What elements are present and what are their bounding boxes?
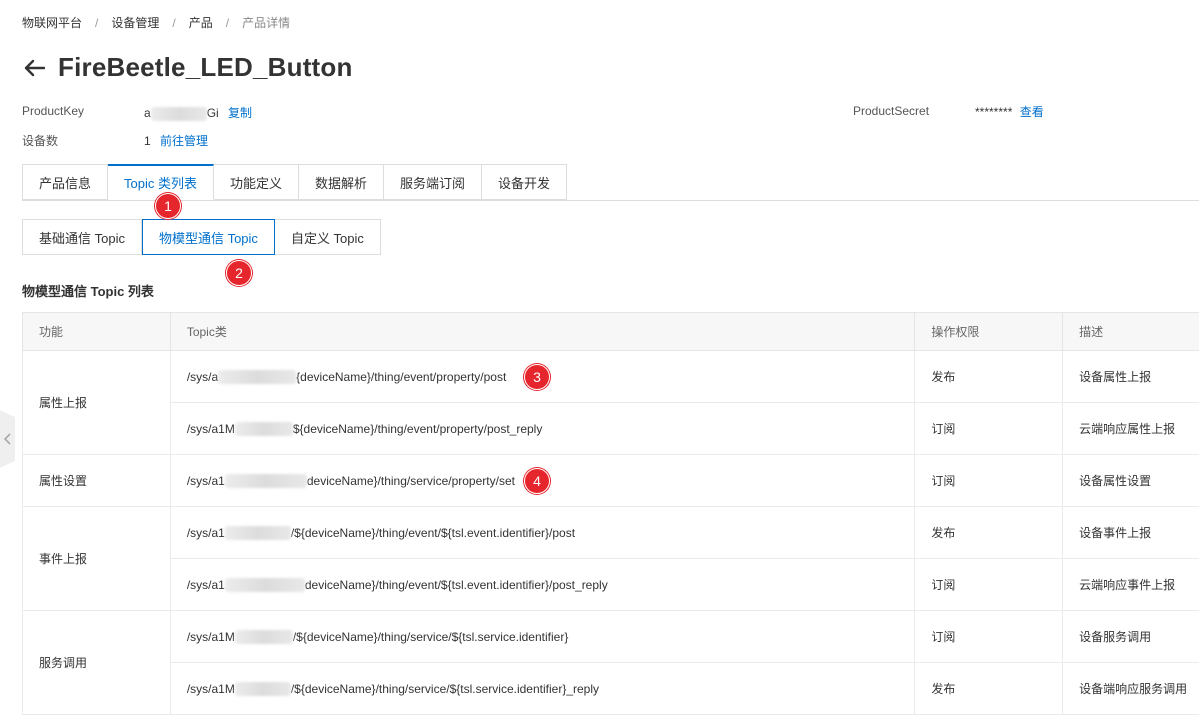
- topic-prefix: /sys/a1M: [186, 629, 235, 644]
- tab-function-definition[interactable]: 功能定义: [213, 164, 299, 200]
- topic-suffix: /${deviceName}/thing/event/${tsl.event.i…: [290, 525, 576, 540]
- annotation-badge-2: 2: [226, 260, 252, 286]
- device-count-label: 设备数: [22, 134, 59, 148]
- copy-link[interactable]: 复制: [228, 106, 252, 120]
- description-cell: 设备事件上报: [1062, 506, 1199, 559]
- topic-table: 功能 Topic类 操作权限 描述 属性上报 /sys/a {deviceName…: [22, 312, 1199, 715]
- product-secret-mask: ********: [975, 105, 1013, 119]
- description-cell: 设备属性设置: [1062, 454, 1199, 507]
- chevron-left-icon[interactable]: [0, 410, 15, 468]
- annotation-badge-1: 1: [155, 193, 181, 219]
- column-header-description: 描述: [1062, 312, 1199, 351]
- permission-cell: 订阅: [914, 402, 1064, 455]
- function-cell: 属性上报: [22, 350, 171, 455]
- function-cell: 事件上报: [22, 506, 171, 611]
- product-key-prefix: a: [144, 106, 151, 120]
- breadcrumb: 物联网平台 / 设备管理 / 产品 / 产品详情: [22, 14, 290, 31]
- table-row: /sys/a1M ${deviceName}/thing/event/proper…: [23, 402, 1199, 455]
- tab-data-parsing[interactable]: 数据解析: [299, 164, 385, 200]
- manage-link[interactable]: 前往管理: [160, 134, 208, 148]
- topic-cell: /sys/a1 deviceName}/thing/event/${tsl.eve…: [169, 558, 916, 611]
- column-header-function: 功能: [22, 312, 171, 351]
- breadcrumb-item-iot-platform[interactable]: 物联网平台: [22, 14, 82, 31]
- redacted-blur: [234, 421, 293, 436]
- annotation-badge-4: 4: [524, 468, 550, 494]
- tab-device-development[interactable]: 设备开发: [482, 164, 568, 200]
- topic-cell: /sys/a1M /${deviceName}/thing/service/${t…: [169, 662, 916, 715]
- topic-subtabs: 基础通信 Topic 物模型通信 Topic 自定义 Topic: [22, 219, 381, 255]
- redacted-blur: [224, 525, 291, 540]
- function-cell: 服务调用: [22, 610, 171, 715]
- topic-suffix: /${deviceName}/thing/service/${tsl.servi…: [292, 629, 569, 644]
- table-row: /sys/a1 deviceName}/thing/event/${tsl.eve…: [23, 558, 1199, 611]
- table-header-row: 功能 Topic类 操作权限 描述: [22, 312, 1199, 351]
- permission-cell: 发布: [914, 506, 1064, 559]
- product-key-value: a Gi 复制: [144, 104, 252, 121]
- tab-server-subscription[interactable]: 服务端订阅: [384, 164, 483, 200]
- breadcrumb-separator: /: [95, 15, 99, 30]
- product-key-suffix: Gi: [206, 106, 219, 120]
- column-header-permission: 操作权限: [914, 312, 1064, 351]
- table-row: 事件上报 /sys/a1 /${deviceName}/thing/event/$…: [22, 506, 1199, 611]
- breadcrumb-item-current: 产品详情: [242, 16, 291, 30]
- description-cell: 设备服务调用: [1062, 610, 1199, 663]
- topic-suffix: /${deviceName}/thing/service/${tsl.servi…: [290, 681, 600, 696]
- subtab-basic-topic[interactable]: 基础通信 Topic: [22, 219, 142, 255]
- description-cell: 云端响应事件上报: [1062, 558, 1199, 611]
- section-title: 物模型通信 Topic 列表: [22, 284, 154, 299]
- permission-cell: 订阅: [914, 454, 1064, 507]
- device-count-value: 1 前往管理: [144, 132, 208, 149]
- redacted-blur: [150, 106, 207, 121]
- product-secret-label: ProductSecret: [853, 104, 930, 118]
- permission-cell: 发布: [914, 662, 1064, 715]
- tab-product-info[interactable]: 产品信息: [22, 164, 109, 200]
- breadcrumb-separator: /: [172, 15, 176, 30]
- device-count: 1: [144, 134, 151, 148]
- permission-cell: 发布: [914, 350, 1064, 403]
- product-tabs: 产品信息 Topic 类列表 功能定义 数据解析 服务端订阅 设备开发: [22, 164, 568, 200]
- product-key-label: ProductKey: [22, 104, 85, 118]
- subtab-custom-topic[interactable]: 自定义 Topic: [274, 219, 381, 255]
- function-cell: 属性设置: [22, 454, 171, 507]
- arrow-left-icon[interactable]: [20, 54, 48, 82]
- permission-cell: 订阅: [914, 610, 1064, 663]
- topic-prefix: /sys/a1M: [186, 681, 235, 696]
- table-row: /sys/a1M /${deviceName}/thing/service/${t…: [23, 662, 1199, 715]
- redacted-blur: [234, 629, 293, 644]
- table-row: 服务调用 /sys/a1M /${deviceName}/thing/servic…: [22, 610, 1199, 715]
- topic-suffix: deviceName}/thing/service/property/set: [306, 473, 515, 488]
- topic-suffix: ${deviceName}/thing/event/property/post_…: [292, 421, 543, 436]
- redacted-blur: [234, 681, 291, 696]
- redacted-blur: [224, 577, 305, 592]
- column-header-topic: Topic类: [169, 312, 916, 351]
- topic-prefix: /sys/a: [186, 369, 219, 384]
- breadcrumb-separator: /: [225, 15, 230, 30]
- topic-cell: /sys/a1 /${deviceName}/thing/event/${tsl.…: [169, 506, 916, 559]
- topic-prefix: /sys/a1M: [186, 421, 235, 436]
- description-cell: 设备属性上报: [1062, 350, 1199, 403]
- page-header: FireBeetle_LED_Button: [20, 52, 353, 83]
- permission-cell: 订阅: [914, 558, 1064, 611]
- topic-prefix: /sys/a1: [186, 525, 225, 540]
- view-secret-link[interactable]: 查看: [1020, 105, 1044, 119]
- breadcrumb-item-device-management[interactable]: 设备管理: [111, 14, 159, 31]
- page-title: FireBeetle_LED_Button: [58, 52, 353, 82]
- topic-cell: /sys/a1M ${deviceName}/thing/event/proper…: [169, 402, 916, 455]
- topic-prefix: /sys/a1: [186, 577, 225, 592]
- description-cell: 云端响应属性上报: [1062, 402, 1199, 455]
- subtab-thing-model-topic[interactable]: 物模型通信 Topic: [141, 219, 275, 255]
- annotation-badge-3: 3: [524, 364, 550, 390]
- tabs-divider: [22, 200, 1199, 201]
- description-cell: 设备端响应服务调用: [1062, 662, 1199, 715]
- table-row: 属性设置 /sys/a1 deviceName}/thing/service/pr…: [22, 454, 1199, 507]
- table-row: 属性上报 /sys/a {deviceName}/thing/event/prop…: [22, 350, 1199, 455]
- topic-suffix: {deviceName}/thing/event/property/post: [296, 369, 507, 384]
- redacted-blur: [224, 473, 307, 488]
- breadcrumb-item-product[interactable]: 产品: [189, 14, 213, 31]
- topic-suffix: deviceName}/thing/event/${tsl.event.iden…: [304, 577, 608, 592]
- topic-prefix: /sys/a1: [186, 473, 225, 488]
- redacted-blur: [218, 369, 297, 384]
- topic-cell: /sys/a1M /${deviceName}/thing/service/${t…: [169, 610, 916, 663]
- product-secret-value: ******** 查看: [975, 103, 1044, 120]
